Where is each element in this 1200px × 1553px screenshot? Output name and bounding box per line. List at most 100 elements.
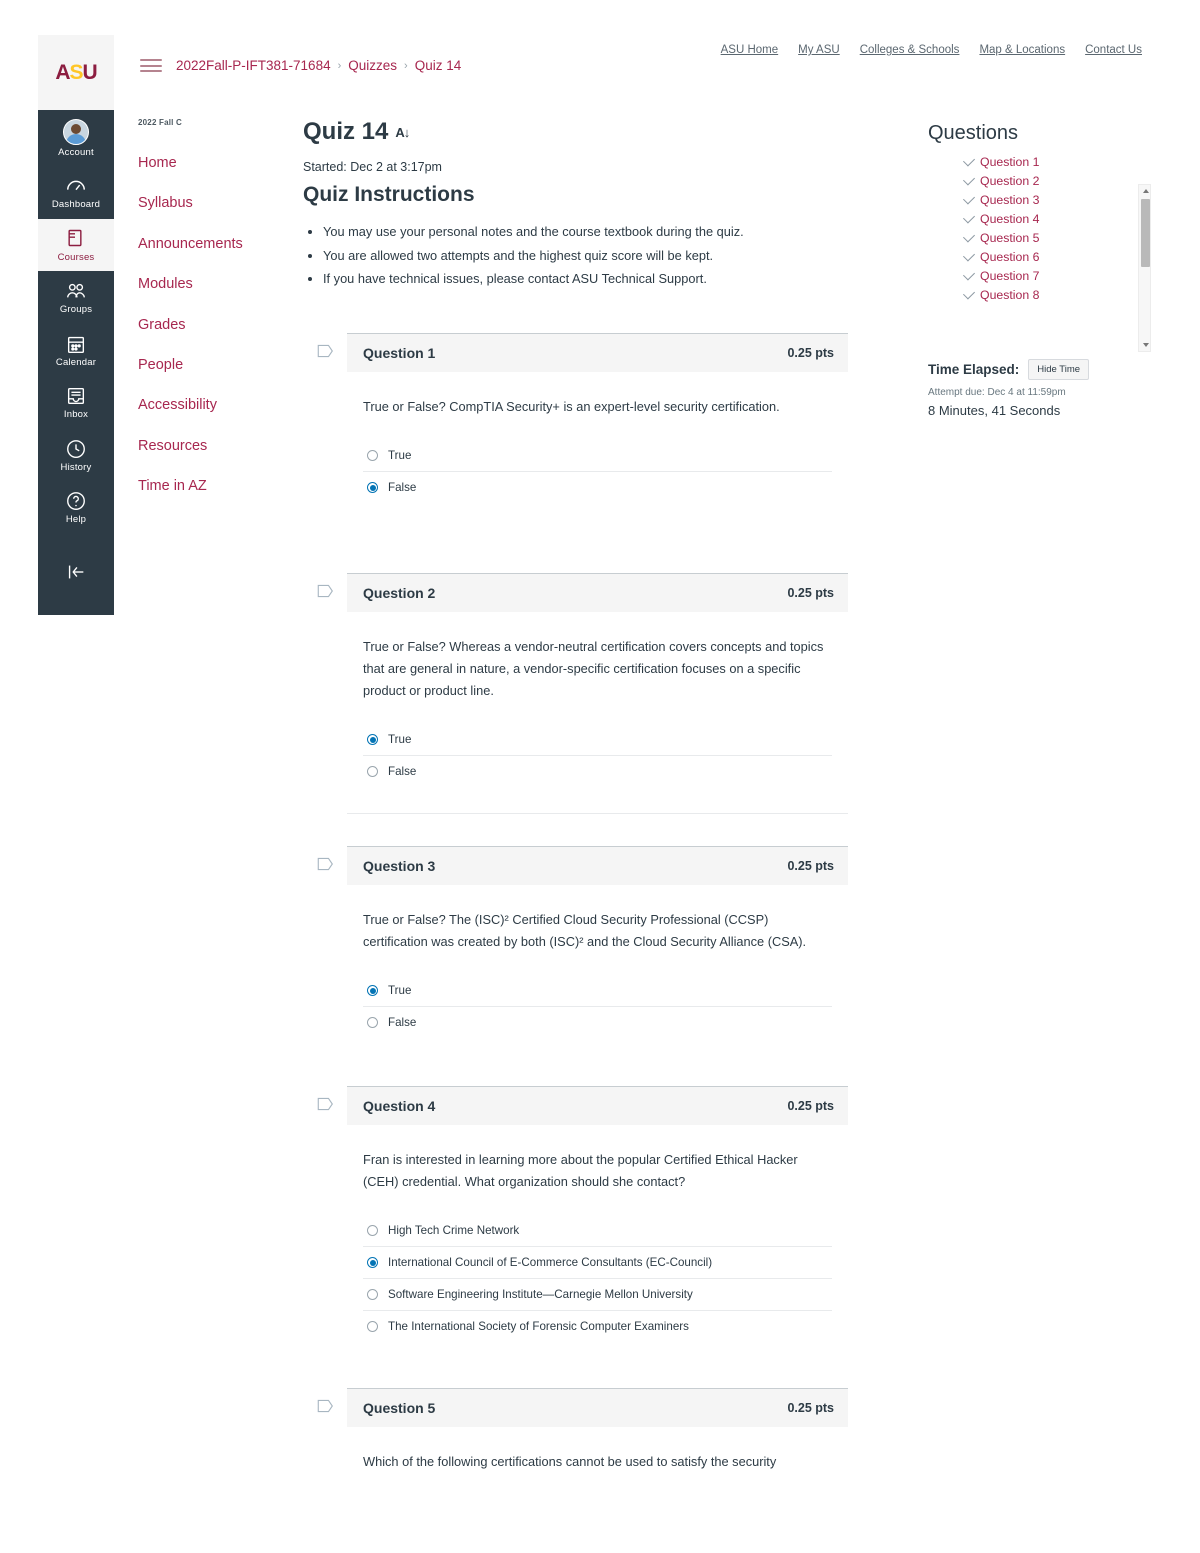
flag-question-icon[interactable]	[317, 1097, 334, 1111]
list-item[interactable]: Question 4	[962, 209, 1143, 228]
flag-question-icon[interactable]	[317, 1399, 334, 1413]
sidebar-collapse-button[interactable]	[38, 552, 114, 591]
answer-option[interactable]: False	[363, 472, 832, 503]
question-link[interactable]: Question 4	[980, 212, 1039, 226]
answer-option[interactable]: False	[363, 756, 832, 787]
question-link[interactable]: Question 6	[980, 250, 1039, 264]
sidebar-item-courses[interactable]: Courses	[38, 218, 114, 272]
sidebar-item-label-history: History	[60, 461, 92, 473]
list-item[interactable]: Question 1	[962, 152, 1143, 171]
answer-label: International Council of E-Commerce Cons…	[388, 1256, 713, 1270]
flag-question-icon[interactable]	[317, 584, 334, 598]
time-elapsed-label: Time Elapsed:	[928, 362, 1020, 377]
course-nav-syllabus[interactable]: Syllabus	[130, 188, 295, 219]
courses-icon	[65, 228, 87, 250]
flag-question-icon[interactable]	[317, 857, 334, 871]
breadcrumb-course[interactable]: 2022Fall-P-IFT381-71684	[176, 58, 331, 73]
link-asu-home[interactable]: ASU Home	[721, 44, 779, 56]
question-link[interactable]: Question 7	[980, 269, 1039, 283]
course-term-label: 2022 Fall C	[138, 118, 183, 127]
list-item[interactable]: Question 2	[962, 171, 1143, 190]
question-block: Question 5 0.25 pts Which of the followi…	[303, 1388, 848, 1473]
instruction-item: You may use your personal notes and the …	[323, 220, 848, 244]
answer-label: False	[388, 765, 417, 779]
check-icon	[962, 287, 976, 300]
answer-option[interactable]: International Council of E-Commerce Cons…	[363, 1247, 832, 1280]
list-item[interactable]: Question 7	[962, 266, 1143, 285]
sidebar-item-inbox[interactable]: Inbox	[38, 376, 114, 428]
radio-button[interactable]	[367, 766, 378, 778]
answer-option[interactable]: False	[363, 1007, 832, 1038]
question-link[interactable]: Question 8	[980, 288, 1039, 302]
scroll-down-arrow-icon[interactable]	[1142, 343, 1149, 347]
flag-question-icon[interactable]	[317, 344, 334, 358]
course-nav-people[interactable]: People	[130, 350, 295, 381]
list-item[interactable]: Question 3	[962, 190, 1143, 209]
question-points: 0.25 pts	[787, 346, 834, 361]
question-text: Which of the following certifications ca…	[363, 1454, 777, 1470]
radio-button[interactable]	[367, 450, 378, 462]
scrollbar-thumb[interactable]	[1141, 199, 1150, 267]
link-my-asu[interactable]: My ASU	[798, 44, 840, 56]
course-nav-grades[interactable]: Grades	[130, 310, 295, 341]
radio-button-selected[interactable]	[367, 482, 378, 494]
answer-option[interactable]: True	[363, 975, 832, 1008]
question-name: Question 5	[363, 1400, 436, 1417]
inbox-icon	[65, 385, 87, 407]
sidebar-item-history[interactable]: History	[38, 429, 114, 481]
question-header: Question 4 0.25 pts	[347, 1086, 848, 1126]
question-text: True or False? The (ISC)² Certified Clou…	[363, 912, 807, 950]
course-nav-accessibility[interactable]: Accessibility	[130, 390, 295, 421]
question-header: Question 1 0.25 pts	[347, 333, 848, 373]
list-item[interactable]: Question 8	[962, 285, 1143, 304]
link-colleges-schools[interactable]: Colleges & Schools	[860, 44, 960, 56]
sidebar-item-groups[interactable]: Groups	[38, 271, 114, 323]
questions-scrollbar[interactable]	[1138, 184, 1151, 352]
radio-button[interactable]	[367, 1017, 378, 1029]
answer-option[interactable]: Software Engineering Institute—Carnegie …	[363, 1279, 832, 1312]
course-nav-time-in-az[interactable]: Time in AZ	[130, 471, 295, 502]
sidebar-item-dashboard[interactable]: Dashboard	[38, 166, 114, 218]
radio-button[interactable]	[367, 1321, 378, 1333]
radio-button-selected[interactable]	[367, 1257, 378, 1269]
question-name: Question 1	[363, 345, 436, 362]
course-nav-resources[interactable]: Resources	[130, 431, 295, 462]
answer-option[interactable]: The International Society of Forensic Co…	[363, 1311, 832, 1342]
breadcrumb-current: Quiz 14	[414, 58, 462, 73]
course-nav-modules[interactable]: Modules	[130, 269, 295, 300]
link-contact-us[interactable]: Contact Us	[1085, 44, 1142, 56]
hide-time-button[interactable]: Hide Time	[1028, 359, 1090, 380]
list-item[interactable]: Question 6	[962, 247, 1143, 266]
sidebar-item-help[interactable]: Help	[38, 481, 114, 533]
answer-label: True	[388, 733, 412, 747]
asu-logo[interactable]: ASU	[38, 35, 114, 110]
sidebar-item-account[interactable]: Account	[38, 110, 114, 166]
answer-option[interactable]: True	[363, 724, 832, 757]
scroll-up-arrow-icon[interactable]	[1142, 189, 1149, 193]
radio-button[interactable]	[367, 1289, 378, 1301]
accessibility-checker-icon[interactable]: A↓	[395, 125, 410, 140]
question-link[interactable]: Question 3	[980, 193, 1039, 207]
answer-option[interactable]: High Tech Crime Network	[363, 1215, 832, 1248]
question-body: Which of the following certifications ca…	[347, 1427, 848, 1473]
check-icon	[962, 230, 976, 243]
radio-button-selected[interactable]	[367, 734, 378, 746]
breadcrumb-quizzes[interactable]: Quizzes	[348, 58, 397, 73]
answer-option[interactable]: True	[363, 440, 832, 473]
sidebar-item-calendar[interactable]: Calendar	[38, 324, 114, 376]
question-link[interactable]: Question 5	[980, 231, 1039, 245]
question-divider	[347, 813, 848, 815]
question-list-wrapper: Question 1 Question 2 Question 3 Questio…	[928, 152, 1151, 352]
question-link[interactable]: Question 1	[980, 155, 1039, 169]
link-map-locations[interactable]: Map & Locations	[979, 44, 1065, 56]
list-item[interactable]: Question 5	[962, 228, 1143, 247]
answer-label: High Tech Crime Network	[388, 1224, 520, 1238]
question-points: 0.25 pts	[787, 859, 834, 874]
hamburger-menu-icon[interactable]	[140, 59, 162, 72]
radio-button[interactable]	[367, 1225, 378, 1237]
question-link[interactable]: Question 2	[980, 174, 1039, 188]
radio-button-selected[interactable]	[367, 985, 378, 997]
help-icon	[65, 490, 87, 512]
course-nav-announcements[interactable]: Announcements	[130, 229, 295, 260]
course-nav-home[interactable]: Home	[130, 148, 295, 179]
